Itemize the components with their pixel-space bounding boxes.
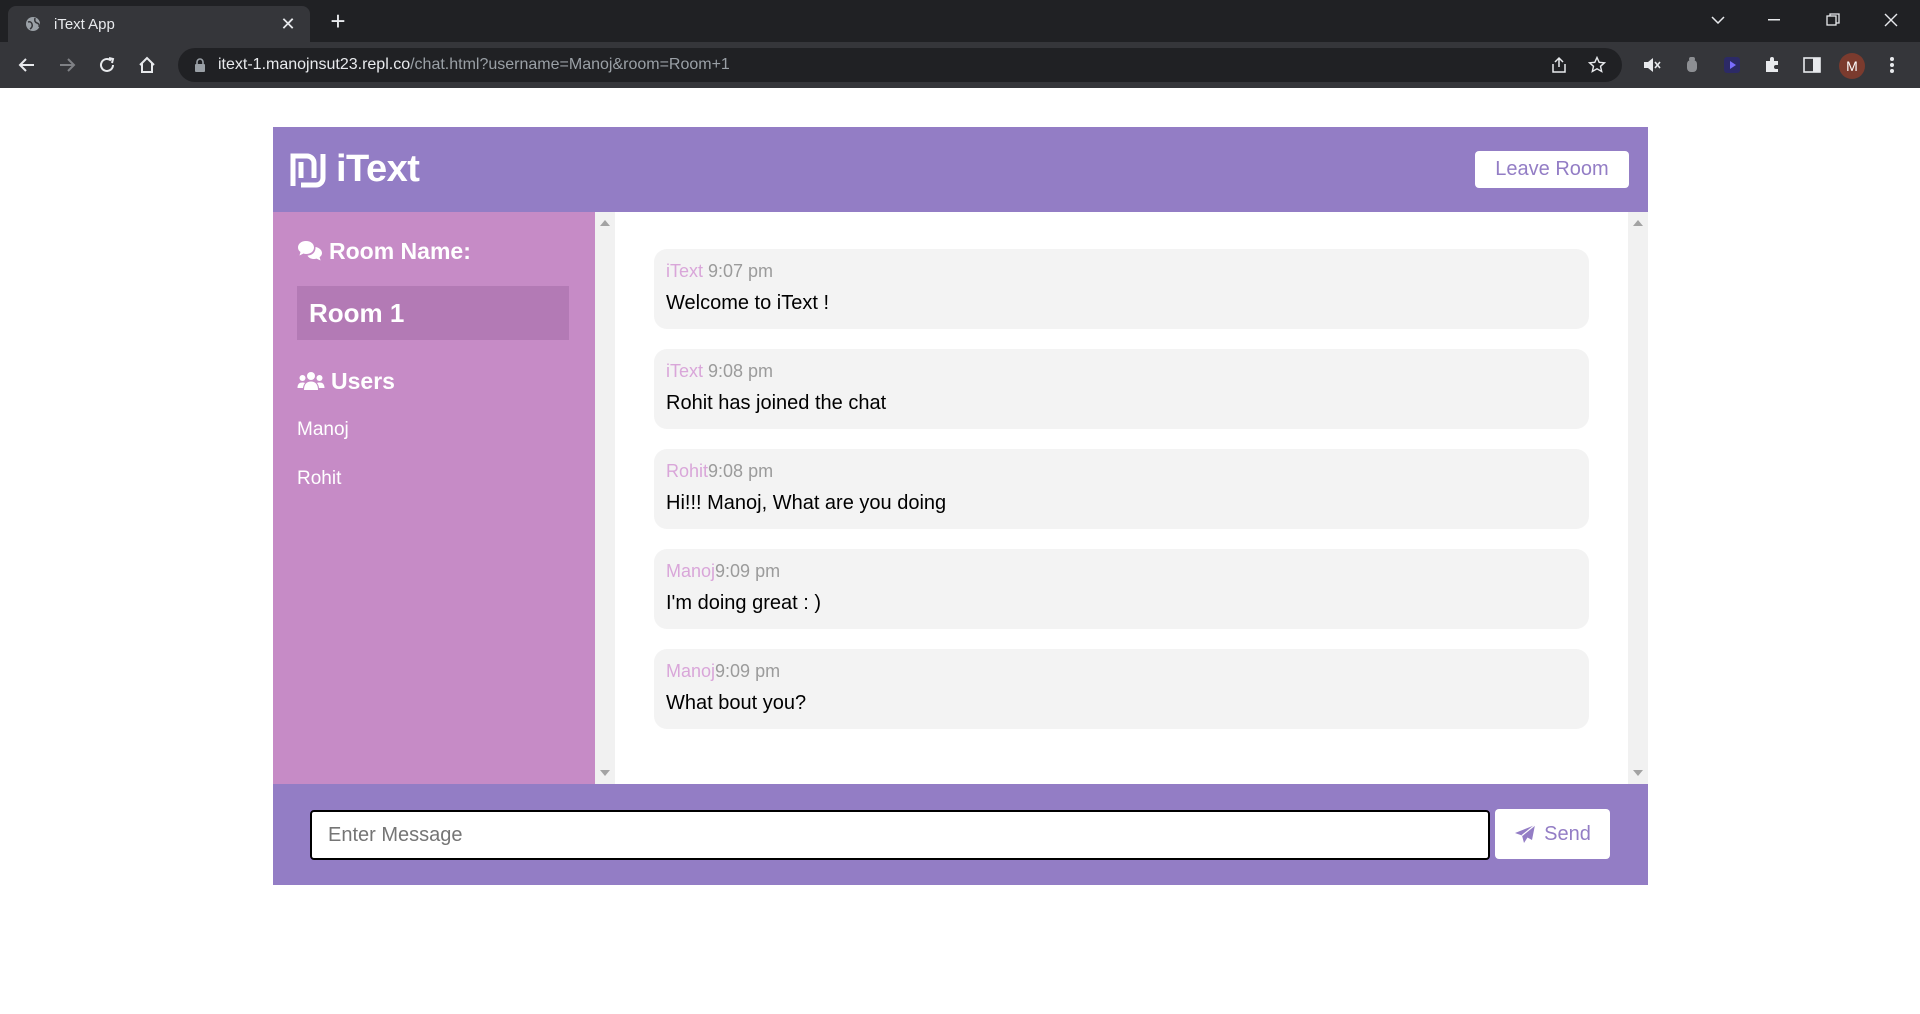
- sidebar-scrollbar[interactable]: [595, 212, 615, 784]
- scroll-up-icon[interactable]: [1633, 220, 1643, 226]
- message-sender: iText: [666, 261, 704, 281]
- message-time: 9:08 pm: [708, 461, 774, 481]
- mute-icon[interactable]: [1638, 51, 1666, 79]
- message-text: Hi!!! Manoj, What are you doing: [666, 492, 947, 514]
- message-text: Rohit has joined the chat: [666, 392, 887, 414]
- scroll-down-icon[interactable]: [1633, 770, 1643, 776]
- scroll-up-icon[interactable]: [600, 220, 610, 226]
- comments-icon: [298, 241, 322, 261]
- message: iText 9:08 pm Rohit has joined the chat: [654, 349, 1589, 429]
- users-icon: [297, 372, 325, 390]
- lock-icon[interactable]: [192, 57, 208, 73]
- media-extension-icon[interactable]: [1718, 51, 1746, 79]
- message-sender: Manoj: [666, 561, 716, 581]
- user-list: Manoj Rohit: [297, 418, 571, 516]
- forward-icon[interactable]: [52, 50, 82, 80]
- new-tab-icon[interactable]: +: [326, 8, 350, 34]
- message-meta: iText 9:08 pm: [666, 361, 1577, 383]
- home-icon[interactable]: [132, 50, 162, 80]
- send-button-label: Send: [1544, 822, 1591, 845]
- message-sender: iText: [666, 361, 704, 381]
- address-bar[interactable]: itext-1.manojnsut23.repl.co/chat.html?us…: [178, 48, 1622, 82]
- browser-tabbar: iText App ✕ +: [0, 0, 1920, 42]
- paper-plane-icon: [1515, 824, 1536, 843]
- side-panel-icon[interactable]: [1798, 51, 1826, 79]
- close-window-icon[interactable]: [1869, 6, 1913, 34]
- room-name: Room 1: [297, 286, 569, 340]
- message-time: 9:09 pm: [715, 661, 781, 681]
- profile-avatar[interactable]: M: [1839, 53, 1865, 79]
- message: iText 9:07 pm Welcome to iText !: [654, 249, 1589, 329]
- message-text: Welcome to iText !: [666, 292, 830, 314]
- room-heading-label: Room Name:: [329, 237, 471, 264]
- restore-icon[interactable]: [1811, 6, 1855, 34]
- user-item: Rohit: [297, 468, 342, 489]
- tab-search-icon[interactable]: [1696, 6, 1740, 34]
- share-icon[interactable]: [1546, 52, 1572, 78]
- back-icon[interactable]: [12, 50, 42, 80]
- scroll-down-icon[interactable]: [600, 770, 610, 776]
- globe-icon: [24, 15, 42, 33]
- more-menu-icon[interactable]: [1878, 51, 1906, 79]
- puzzle-icon[interactable]: [1758, 51, 1786, 79]
- message-time: 9:09 pm: [715, 561, 781, 581]
- message-text: I'm doing great : ): [666, 592, 821, 614]
- leave-room-button[interactable]: Leave Room: [1475, 151, 1629, 188]
- message-input[interactable]: [310, 810, 1490, 860]
- message-meta: Manoj9:09 pm: [666, 661, 1577, 683]
- minimize-icon[interactable]: [1752, 6, 1796, 34]
- brand-name: iText: [336, 148, 420, 190]
- chat-messages-area: iText 9:07 pm Welcome to iText ! iText 9…: [595, 212, 1648, 784]
- message-time: 9:08 pm: [703, 361, 774, 381]
- room-heading: Room Name:: [297, 236, 571, 266]
- chat-app: iText Leave Room Room Name: Room 1 Users: [273, 127, 1648, 885]
- bookmark-star-icon[interactable]: [1584, 52, 1610, 78]
- message: Manoj9:09 pm What bout you?: [654, 649, 1589, 729]
- extension-icon[interactable]: [1678, 51, 1706, 79]
- message-sender: Manoj: [666, 661, 716, 681]
- close-tab-icon[interactable]: ✕: [278, 14, 298, 35]
- message-meta: iText 9:07 pm: [666, 261, 1577, 283]
- tab-title: iText App: [54, 15, 115, 33]
- app-logo: iText: [290, 148, 420, 191]
- message-text: What bout you?: [666, 692, 807, 714]
- message-composer: Send: [273, 784, 1648, 885]
- users-heading-label: Users: [331, 367, 395, 394]
- send-button[interactable]: Send: [1495, 809, 1610, 859]
- message-sender: Rohit: [666, 461, 709, 481]
- user-item: Manoj: [297, 419, 349, 440]
- message: Manoj9:09 pm I'm doing great : ): [654, 549, 1589, 629]
- browser-toolbar: itext-1.manojnsut23.repl.co/chat.html?us…: [0, 42, 1920, 88]
- url-text: itext-1.manojnsut23.repl.co/chat.html?us…: [218, 56, 1546, 74]
- browser-tab[interactable]: iText App ✕: [8, 6, 310, 42]
- users-heading: Users: [297, 366, 571, 396]
- url-host: itext-1.manojnsut23.repl.co: [218, 56, 411, 73]
- chat-sidebar: Room Name: Room 1 Users Manoj Rohit: [273, 212, 595, 784]
- app-header: iText Leave Room: [273, 127, 1648, 212]
- message: Rohit9:08 pm Hi!!! Manoj, What are you d…: [654, 449, 1589, 529]
- reload-icon[interactable]: [92, 50, 122, 80]
- url-path: /chat.html?username=Manoj&room=Room+1: [410, 56, 730, 73]
- message-meta: Manoj9:09 pm: [666, 561, 1577, 583]
- message-time: 9:07 pm: [703, 261, 774, 281]
- messages-scrollbar[interactable]: [1628, 212, 1648, 784]
- message-meta: Rohit9:08 pm: [666, 461, 1577, 483]
- shekel-logo-icon: [290, 153, 326, 187]
- message-list: iText 9:07 pm Welcome to iText ! iText 9…: [654, 249, 1589, 749]
